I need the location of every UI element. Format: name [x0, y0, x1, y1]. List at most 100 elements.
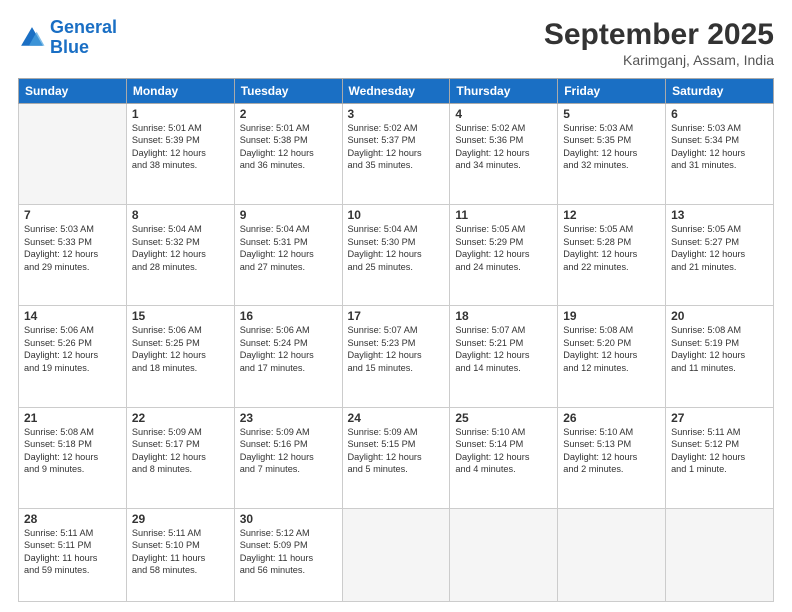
day-number: 11: [455, 208, 552, 222]
page: General Blue September 2025 Karimganj, A…: [0, 0, 792, 612]
logo-line1: General: [50, 17, 117, 37]
calendar-cell: 28Sunrise: 5:11 AMSunset: 5:11 PMDayligh…: [19, 508, 127, 601]
week-row-5: 28Sunrise: 5:11 AMSunset: 5:11 PMDayligh…: [19, 508, 774, 601]
logo-icon: [18, 24, 46, 52]
week-row-1: 1Sunrise: 5:01 AMSunset: 5:39 PMDaylight…: [19, 104, 774, 205]
calendar-cell: 19Sunrise: 5:08 AMSunset: 5:20 PMDayligh…: [558, 306, 666, 407]
logo-text: General Blue: [50, 18, 117, 58]
day-info: Sunrise: 5:09 AMSunset: 5:16 PMDaylight:…: [240, 426, 337, 476]
day-info: Sunrise: 5:08 AMSunset: 5:18 PMDaylight:…: [24, 426, 121, 476]
day-info: Sunrise: 5:04 AMSunset: 5:31 PMDaylight:…: [240, 223, 337, 273]
weekday-header-sunday: Sunday: [19, 79, 127, 104]
calendar-cell: 6Sunrise: 5:03 AMSunset: 5:34 PMDaylight…: [666, 104, 774, 205]
day-info: Sunrise: 5:03 AMSunset: 5:35 PMDaylight:…: [563, 122, 660, 172]
week-row-3: 14Sunrise: 5:06 AMSunset: 5:26 PMDayligh…: [19, 306, 774, 407]
calendar-cell: 26Sunrise: 5:10 AMSunset: 5:13 PMDayligh…: [558, 407, 666, 508]
day-number: 8: [132, 208, 229, 222]
calendar-cell: 30Sunrise: 5:12 AMSunset: 5:09 PMDayligh…: [234, 508, 342, 601]
day-number: 25: [455, 411, 552, 425]
week-row-2: 7Sunrise: 5:03 AMSunset: 5:33 PMDaylight…: [19, 205, 774, 306]
calendar-cell: [558, 508, 666, 601]
day-info: Sunrise: 5:01 AMSunset: 5:38 PMDaylight:…: [240, 122, 337, 172]
calendar-cell: 11Sunrise: 5:05 AMSunset: 5:29 PMDayligh…: [450, 205, 558, 306]
day-number: 4: [455, 107, 552, 121]
day-number: 18: [455, 309, 552, 323]
calendar-cell: 18Sunrise: 5:07 AMSunset: 5:21 PMDayligh…: [450, 306, 558, 407]
calendar-cell: [342, 508, 450, 601]
day-number: 16: [240, 309, 337, 323]
calendar-cell: 12Sunrise: 5:05 AMSunset: 5:28 PMDayligh…: [558, 205, 666, 306]
calendar-cell: 10Sunrise: 5:04 AMSunset: 5:30 PMDayligh…: [342, 205, 450, 306]
calendar-cell: 25Sunrise: 5:10 AMSunset: 5:14 PMDayligh…: [450, 407, 558, 508]
day-number: 7: [24, 208, 121, 222]
day-info: Sunrise: 5:06 AMSunset: 5:25 PMDaylight:…: [132, 324, 229, 374]
day-info: Sunrise: 5:06 AMSunset: 5:24 PMDaylight:…: [240, 324, 337, 374]
calendar-cell: [666, 508, 774, 601]
day-number: 22: [132, 411, 229, 425]
day-info: Sunrise: 5:07 AMSunset: 5:23 PMDaylight:…: [348, 324, 445, 374]
day-number: 26: [563, 411, 660, 425]
calendar: SundayMondayTuesdayWednesdayThursdayFrid…: [18, 78, 774, 602]
day-info: Sunrise: 5:11 AMSunset: 5:12 PMDaylight:…: [671, 426, 768, 476]
day-number: 1: [132, 107, 229, 121]
day-number: 2: [240, 107, 337, 121]
calendar-cell: 16Sunrise: 5:06 AMSunset: 5:24 PMDayligh…: [234, 306, 342, 407]
calendar-cell: 2Sunrise: 5:01 AMSunset: 5:38 PMDaylight…: [234, 104, 342, 205]
logo: General Blue: [18, 18, 117, 58]
day-number: 27: [671, 411, 768, 425]
calendar-cell: 17Sunrise: 5:07 AMSunset: 5:23 PMDayligh…: [342, 306, 450, 407]
day-info: Sunrise: 5:04 AMSunset: 5:32 PMDaylight:…: [132, 223, 229, 273]
calendar-cell: 14Sunrise: 5:06 AMSunset: 5:26 PMDayligh…: [19, 306, 127, 407]
header: General Blue September 2025 Karimganj, A…: [18, 18, 774, 68]
day-info: Sunrise: 5:10 AMSunset: 5:14 PMDaylight:…: [455, 426, 552, 476]
day-number: 20: [671, 309, 768, 323]
day-number: 9: [240, 208, 337, 222]
weekday-header-friday: Friday: [558, 79, 666, 104]
calendar-cell: 13Sunrise: 5:05 AMSunset: 5:27 PMDayligh…: [666, 205, 774, 306]
location: Karimganj, Assam, India: [544, 52, 774, 68]
weekday-header-monday: Monday: [126, 79, 234, 104]
day-number: 30: [240, 512, 337, 526]
calendar-cell: 23Sunrise: 5:09 AMSunset: 5:16 PMDayligh…: [234, 407, 342, 508]
calendar-cell: 27Sunrise: 5:11 AMSunset: 5:12 PMDayligh…: [666, 407, 774, 508]
day-info: Sunrise: 5:10 AMSunset: 5:13 PMDaylight:…: [563, 426, 660, 476]
day-info: Sunrise: 5:12 AMSunset: 5:09 PMDaylight:…: [240, 527, 337, 577]
day-number: 3: [348, 107, 445, 121]
day-info: Sunrise: 5:03 AMSunset: 5:34 PMDaylight:…: [671, 122, 768, 172]
day-info: Sunrise: 5:09 AMSunset: 5:17 PMDaylight:…: [132, 426, 229, 476]
day-info: Sunrise: 5:11 AMSunset: 5:11 PMDaylight:…: [24, 527, 121, 577]
calendar-cell: 22Sunrise: 5:09 AMSunset: 5:17 PMDayligh…: [126, 407, 234, 508]
calendar-cell: 24Sunrise: 5:09 AMSunset: 5:15 PMDayligh…: [342, 407, 450, 508]
day-info: Sunrise: 5:06 AMSunset: 5:26 PMDaylight:…: [24, 324, 121, 374]
calendar-cell: 29Sunrise: 5:11 AMSunset: 5:10 PMDayligh…: [126, 508, 234, 601]
day-info: Sunrise: 5:04 AMSunset: 5:30 PMDaylight:…: [348, 223, 445, 273]
day-info: Sunrise: 5:08 AMSunset: 5:20 PMDaylight:…: [563, 324, 660, 374]
calendar-cell: 5Sunrise: 5:03 AMSunset: 5:35 PMDaylight…: [558, 104, 666, 205]
calendar-cell: 21Sunrise: 5:08 AMSunset: 5:18 PMDayligh…: [19, 407, 127, 508]
month-title: September 2025: [544, 18, 774, 52]
calendar-cell: 15Sunrise: 5:06 AMSunset: 5:25 PMDayligh…: [126, 306, 234, 407]
day-number: 14: [24, 309, 121, 323]
weekday-header-wednesday: Wednesday: [342, 79, 450, 104]
title-block: September 2025 Karimganj, Assam, India: [544, 18, 774, 68]
week-row-4: 21Sunrise: 5:08 AMSunset: 5:18 PMDayligh…: [19, 407, 774, 508]
day-info: Sunrise: 5:02 AMSunset: 5:37 PMDaylight:…: [348, 122, 445, 172]
day-info: Sunrise: 5:03 AMSunset: 5:33 PMDaylight:…: [24, 223, 121, 273]
day-info: Sunrise: 5:09 AMSunset: 5:15 PMDaylight:…: [348, 426, 445, 476]
day-info: Sunrise: 5:07 AMSunset: 5:21 PMDaylight:…: [455, 324, 552, 374]
day-number: 5: [563, 107, 660, 121]
weekday-header-tuesday: Tuesday: [234, 79, 342, 104]
calendar-cell: [450, 508, 558, 601]
day-number: 15: [132, 309, 229, 323]
day-info: Sunrise: 5:11 AMSunset: 5:10 PMDaylight:…: [132, 527, 229, 577]
calendar-cell: 7Sunrise: 5:03 AMSunset: 5:33 PMDaylight…: [19, 205, 127, 306]
day-info: Sunrise: 5:08 AMSunset: 5:19 PMDaylight:…: [671, 324, 768, 374]
calendar-cell: 8Sunrise: 5:04 AMSunset: 5:32 PMDaylight…: [126, 205, 234, 306]
calendar-cell: 3Sunrise: 5:02 AMSunset: 5:37 PMDaylight…: [342, 104, 450, 205]
day-number: 13: [671, 208, 768, 222]
day-info: Sunrise: 5:05 AMSunset: 5:27 PMDaylight:…: [671, 223, 768, 273]
day-number: 10: [348, 208, 445, 222]
day-number: 24: [348, 411, 445, 425]
day-info: Sunrise: 5:01 AMSunset: 5:39 PMDaylight:…: [132, 122, 229, 172]
day-number: 6: [671, 107, 768, 121]
